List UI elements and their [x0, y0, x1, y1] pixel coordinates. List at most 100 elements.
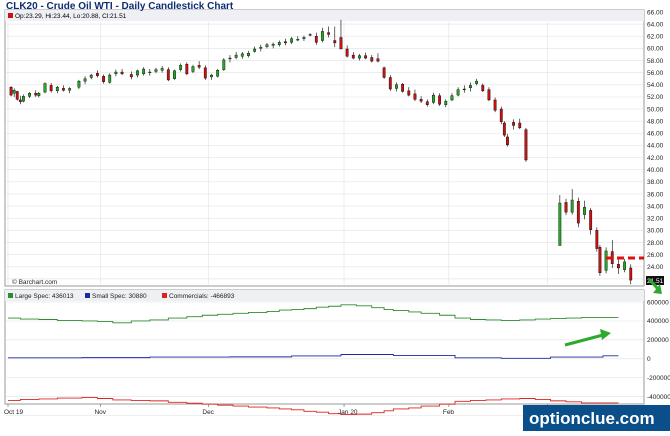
candle-body: [395, 84, 398, 89]
candle-body: [284, 41, 287, 44]
candle-body: [432, 94, 435, 103]
watermark-text: optionclue.com: [529, 409, 655, 428]
candle-body: [450, 95, 454, 101]
candle-body: [290, 38, 294, 43]
candle-up: [43, 82, 47, 94]
candle-body: [62, 88, 65, 91]
candle-body: [77, 80, 81, 88]
candle-body: [185, 63, 189, 75]
x-tick-label: Feb: [443, 409, 455, 416]
price-tick-label: 24.00: [647, 264, 664, 271]
candle-body: [83, 78, 87, 82]
candle-body: [475, 80, 479, 84]
candle-body: [462, 88, 466, 91]
candle-body: [425, 101, 429, 105]
price-tick-label: 28.00: [647, 240, 664, 247]
candle-body: [22, 96, 25, 102]
x-tick-label: Dec: [202, 409, 214, 416]
cot-legend-label: Large Spec: 436013: [15, 293, 74, 300]
price-tick-label: 54.00: [647, 82, 664, 89]
cot-legend-label: Commercials: -466893: [169, 293, 235, 300]
price-tick-label: 34.00: [647, 203, 664, 210]
candle-down: [576, 197, 580, 228]
candle-body: [37, 93, 41, 96]
candle-body: [481, 85, 485, 92]
price-tick-label: 58.00: [647, 58, 664, 65]
candle-body: [364, 55, 368, 59]
candle-body: [376, 58, 380, 62]
candle-body: [253, 48, 257, 52]
candle-body: [506, 136, 509, 146]
candle-down: [598, 244, 602, 276]
candle-body: [524, 129, 528, 161]
candle-body: [247, 53, 250, 56]
candle-body: [108, 74, 112, 83]
candle-body: [604, 250, 608, 271]
candle-body: [576, 201, 580, 224]
candle-body: [382, 67, 386, 78]
price-axis: 66.00 64.00 62.00 60.00 58.00 56.00 54.00 52.00…: [647, 9, 664, 283]
x-tick-label: Jan 20: [338, 409, 358, 416]
price-tick-label: 48.00: [647, 118, 664, 125]
x-tick-label: Oct 19: [4, 409, 24, 416]
x-tick-label: Nov: [94, 409, 106, 416]
candle-down: [401, 82, 405, 93]
candle-body: [259, 46, 263, 49]
candle-body: [114, 71, 118, 75]
candle-body: [89, 74, 93, 78]
candle-body: [570, 199, 574, 213]
candle-body: [15, 91, 19, 100]
price-tick-label: 30.00: [647, 228, 664, 235]
chart-title: CLK20 - Crude Oil WTI - Daily Candlestic…: [6, 1, 234, 12]
candle-body: [96, 73, 99, 76]
candle-body: [308, 34, 312, 36]
candle-body: [166, 69, 170, 81]
candle-body: [210, 74, 213, 78]
candle-body: [191, 66, 195, 72]
candle-down: [15, 90, 19, 101]
cot-tick-label: 200000: [647, 337, 669, 344]
candle-body: [444, 100, 448, 105]
candle-body: [43, 83, 47, 93]
price-tick-label: 50.00: [647, 106, 664, 113]
candle-body: [558, 202, 562, 246]
candle-body: [120, 71, 124, 75]
candle-body: [234, 54, 238, 58]
candle-up: [173, 69, 176, 80]
candle-body: [499, 108, 503, 122]
cot-axis: 6000004000002000000-200000-400000-600000: [647, 299, 670, 420]
candle-up: [604, 247, 608, 274]
candle-body: [55, 87, 59, 92]
candle-body: [629, 267, 633, 281]
candle-body: [302, 37, 306, 39]
cot-legend-label: Small Spec: 30880: [92, 293, 147, 300]
candle-body: [240, 53, 244, 57]
candle-body: [222, 59, 226, 70]
cot-legend-swatch: [8, 293, 13, 298]
candle-body: [148, 71, 152, 74]
candle-body: [28, 93, 31, 97]
ohlc-readout: Op:23.29, Hi:23.44, Lo:20.88, Cl:21.51: [15, 13, 127, 20]
candle-body: [9, 87, 13, 96]
candle-body: [173, 70, 176, 79]
price-tick-label: 40.00: [647, 167, 664, 174]
candle-body: [12, 90, 16, 94]
price-panel-frame: [4, 9, 645, 287]
cot-tick-label: -200000: [647, 375, 670, 382]
price-tick-label: 42.00: [647, 155, 664, 162]
cot-legend-swatch: [162, 293, 167, 298]
candle-body: [228, 57, 232, 60]
candle-body: [327, 32, 331, 35]
candle-body: [623, 261, 626, 270]
cot-tick-label: 400000: [647, 318, 669, 325]
candle-body: [142, 68, 146, 75]
candle-body: [388, 77, 392, 90]
candle-body: [345, 48, 349, 57]
candle-body: [518, 122, 522, 129]
candle-body: [49, 85, 53, 92]
candle-down: [382, 66, 386, 79]
candle-body: [265, 44, 269, 47]
price-tick-label: 56.00: [647, 70, 664, 77]
candle-body: [493, 99, 497, 111]
candle-down: [595, 227, 599, 252]
